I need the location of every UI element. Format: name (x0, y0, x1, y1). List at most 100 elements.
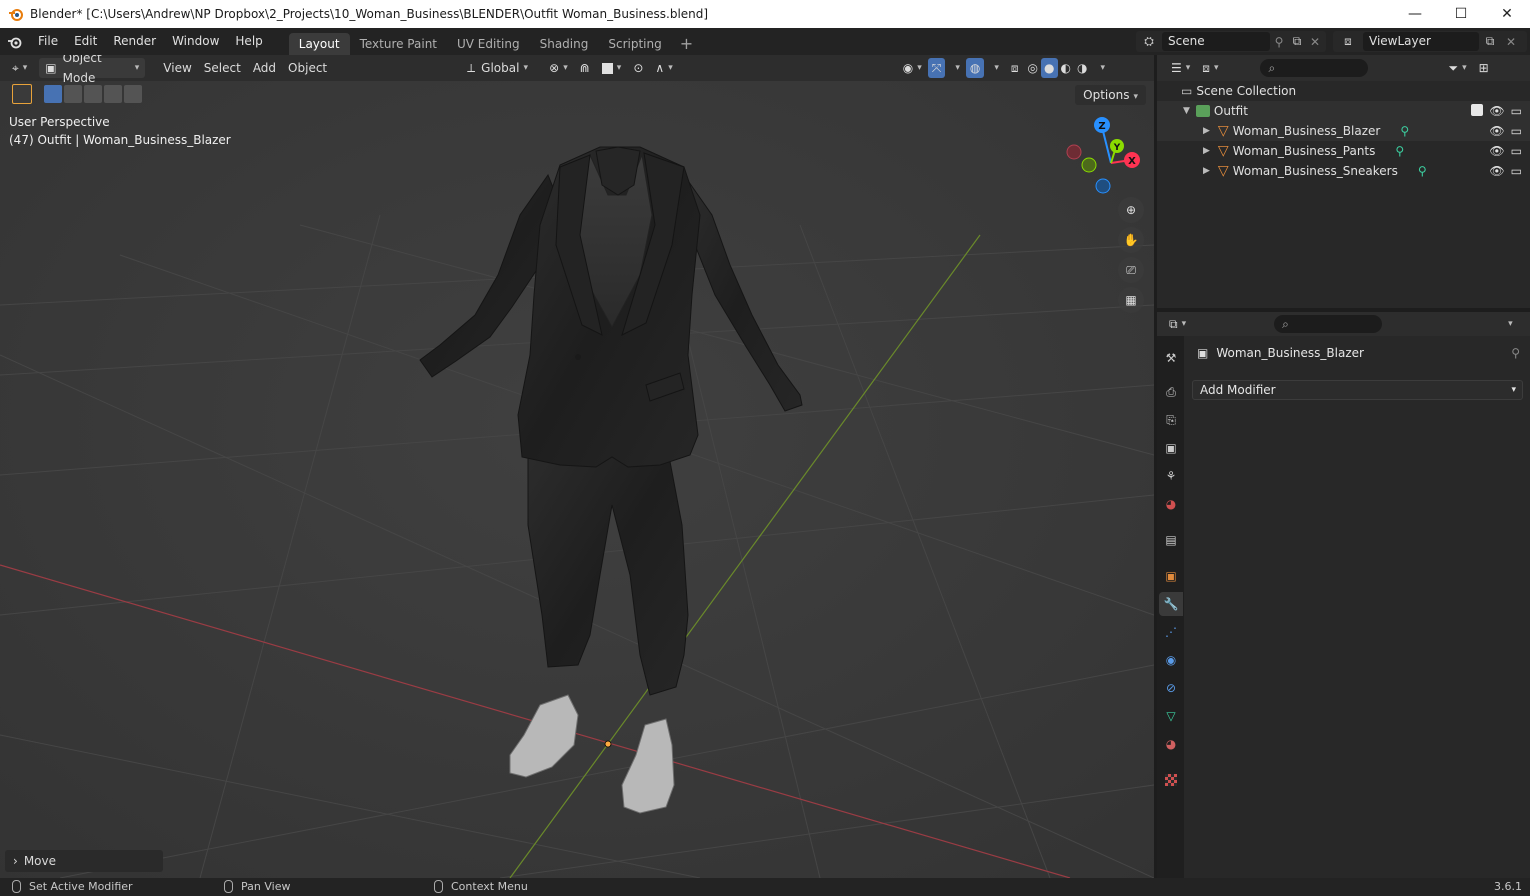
output-tab[interactable]: ⎘ (1159, 408, 1183, 432)
maximize-button[interactable]: ☐ (1438, 0, 1484, 28)
eye-icon[interactable]: 👁 (1489, 144, 1504, 158)
delete-scene-icon[interactable]: ✕ (1306, 35, 1324, 49)
menu-select[interactable]: Select (198, 58, 247, 78)
new-scene-icon[interactable]: ⧉ (1288, 34, 1306, 49)
select-mode-new[interactable] (44, 85, 62, 103)
active-tool-icon[interactable] (12, 84, 32, 104)
select-mode-subtract[interactable] (84, 85, 102, 103)
scene-icon[interactable]: ⛭ (1136, 34, 1162, 49)
tool-tab[interactable]: ⚒ (1159, 346, 1183, 370)
snap-target-button[interactable]: ▾ (596, 58, 628, 78)
tree-row-outfit[interactable]: ▼ Outfit 👁 ▭ (1157, 101, 1530, 121)
expand-arrow-icon[interactable]: ▶ (1203, 166, 1210, 176)
expand-arrow-icon[interactable]: ▶ (1203, 146, 1210, 156)
outliner-editor-type[interactable]: ☰ ▾ (1165, 58, 1196, 78)
texture-tab[interactable] (1159, 768, 1183, 792)
select-mode-extend[interactable] (64, 85, 82, 103)
zoom-view-button[interactable]: ⊕ (1118, 197, 1144, 223)
select-mode-invert[interactable] (104, 85, 122, 103)
proportional-edit-toggle[interactable]: ⊙ (627, 58, 649, 78)
options-dropdown[interactable]: Options ▾ (1075, 85, 1146, 105)
eye-icon[interactable]: 👁 (1489, 164, 1504, 178)
tab-uv-editing[interactable]: UV Editing (447, 33, 530, 55)
filter-button[interactable]: ⏷ ▾ (1442, 58, 1472, 78)
tree-row-pants[interactable]: ▶ ▽ Woman_Business_Pants ⚲ 👁 ▭ (1157, 141, 1530, 161)
close-button[interactable]: ✕ (1484, 0, 1530, 28)
eye-icon[interactable]: 👁 (1489, 124, 1504, 138)
tab-scripting[interactable]: Scripting (598, 33, 671, 55)
falloff-button[interactable]: ∧ ▾ (649, 58, 678, 78)
new-collection-button[interactable]: ⊞ (1473, 58, 1495, 78)
shading-solid[interactable]: ● (1041, 58, 1058, 78)
gizmo-options-button[interactable]: ▾ (945, 58, 966, 78)
delete-view-layer-icon[interactable]: ✕ (1501, 35, 1521, 49)
shading-options-button[interactable]: ▾ (1090, 58, 1111, 78)
monitor-icon[interactable]: ▭ (1511, 104, 1522, 118)
mode-dropdown[interactable]: ▣ Object Mode ▾ (39, 55, 146, 85)
outliner-search-input[interactable]: ⌕ (1260, 59, 1369, 77)
mesh-data-icon[interactable]: ⚲ (1395, 144, 1404, 158)
physics-tab[interactable]: ◉ (1159, 648, 1183, 672)
shading-wireframe[interactable]: ◎ (1025, 58, 1041, 78)
xray-toggle[interactable]: ⧈ (1005, 58, 1025, 78)
gizmo-neg-y[interactable] (1081, 157, 1097, 173)
properties-options-button[interactable]: ▾ (1498, 314, 1519, 334)
collection-tab[interactable]: ▤ (1159, 528, 1183, 552)
gizmo-neg-x[interactable] (1066, 144, 1082, 160)
shading-rendered[interactable]: ◑ (1074, 58, 1090, 78)
data-tab[interactable]: ▽ (1159, 704, 1183, 728)
3d-viewport[interactable]: Z Y X ⌖ ▾ ▣ Object Mode ▾ View Select Add… (0, 55, 1154, 878)
expand-arrow-icon[interactable]: ▶ (1203, 126, 1210, 136)
modifier-tab[interactable]: 🔧 (1159, 592, 1183, 616)
ortho-toggle-button[interactable]: ▦ (1118, 287, 1144, 313)
last-operator-panel[interactable]: › Move (5, 850, 163, 872)
menu-render[interactable]: Render (105, 28, 164, 55)
add-modifier-dropdown[interactable]: Add Modifier ▾ (1192, 380, 1523, 400)
eye-icon[interactable]: 👁 (1489, 104, 1504, 118)
tab-layout[interactable]: Layout (288, 33, 350, 55)
view-layer-name-field[interactable]: ViewLayer (1363, 32, 1479, 51)
object-tab[interactable]: ▣ (1159, 564, 1183, 588)
properties-editor-type[interactable]: ⧉ ▾ (1163, 314, 1192, 334)
particles-tab[interactable]: ⋰ (1159, 620, 1183, 644)
gizmo-toggle[interactable]: ⤧ (927, 58, 946, 78)
world-tab[interactable]: ◕ (1159, 492, 1183, 516)
viewport-scene[interactable]: Z Y X (0, 55, 1154, 878)
menu-add[interactable]: Add (247, 58, 282, 78)
blender-menu-icon[interactable] (0, 28, 30, 55)
pivot-point-button[interactable]: ⊗ ▾ (543, 58, 574, 78)
tree-row-sneakers[interactable]: ▶ ▽ Woman_Business_Sneakers ⚲ 👁 ▭ (1157, 161, 1530, 181)
object-visibility-button[interactable]: ◉ ▾ (897, 58, 928, 78)
view-layer-icon[interactable]: ⧈ (1333, 34, 1363, 49)
menu-object[interactable]: Object (282, 58, 333, 78)
scene-tab[interactable]: ⚘ (1159, 464, 1183, 488)
exclude-checkbox[interactable] (1471, 104, 1484, 116)
expand-arrow-icon[interactable]: ▼ (1183, 106, 1190, 116)
pin-icon[interactable]: ⚲ (1511, 346, 1520, 360)
mesh-data-icon[interactable]: ⚲ (1400, 124, 1409, 138)
tab-shading[interactable]: Shading (530, 33, 599, 55)
properties-search-input[interactable]: ⌕ (1274, 315, 1383, 333)
constraints-tab[interactable]: ⊘ (1159, 676, 1183, 700)
pan-view-button[interactable]: ✋ (1118, 227, 1144, 253)
object-origin[interactable] (604, 740, 612, 748)
new-view-layer-icon[interactable]: ⧉ (1479, 34, 1501, 49)
select-mode-intersect[interactable] (124, 85, 142, 103)
minimize-button[interactable]: — (1392, 0, 1438, 28)
transform-orientation-dropdown[interactable]: ⟂ Global ▾ (461, 58, 537, 78)
overlays-toggle[interactable]: ◍ (965, 58, 985, 78)
menu-window[interactable]: Window (164, 28, 227, 55)
display-mode-button[interactable]: ⧈ ▾ (1196, 58, 1224, 78)
view-layer-tab[interactable]: ▣ (1159, 436, 1183, 460)
overlays-options-button[interactable]: ▾ (984, 58, 1005, 78)
scene-name-field[interactable]: Scene (1162, 32, 1270, 51)
editor-type-button[interactable]: ⌖ ▾ (6, 58, 33, 78)
menu-help[interactable]: Help (227, 28, 270, 55)
monitor-icon[interactable]: ▭ (1511, 124, 1522, 138)
menu-file[interactable]: File (30, 28, 66, 55)
menu-edit[interactable]: Edit (66, 28, 105, 55)
camera-view-button[interactable]: ⎚ (1118, 257, 1144, 283)
menu-view[interactable]: View (157, 58, 197, 78)
add-workspace-button[interactable]: + (672, 33, 701, 55)
pin-icon[interactable]: ⚲ (1270, 35, 1288, 49)
